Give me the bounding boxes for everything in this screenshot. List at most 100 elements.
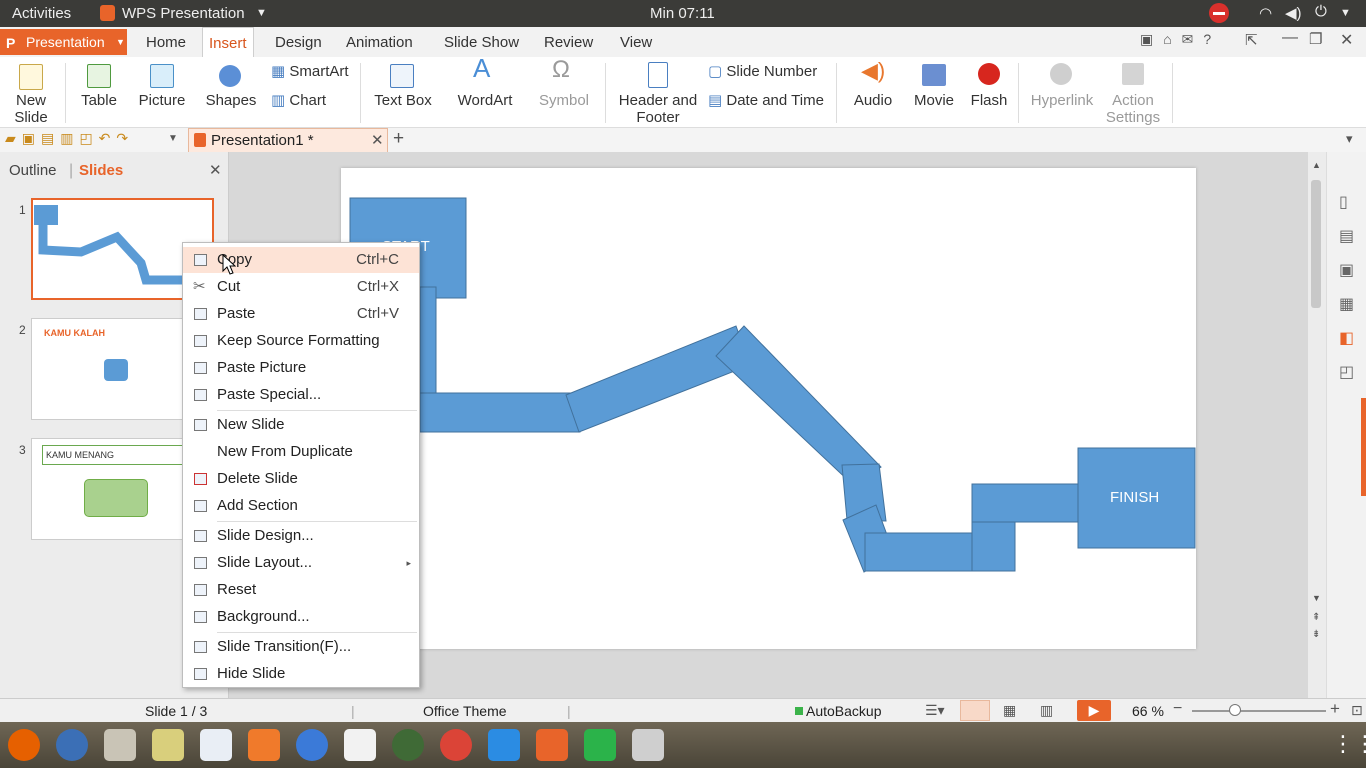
new-slide-button[interactable]: New Slide: [6, 92, 56, 126]
reading-view-icon[interactable]: ▥: [1040, 702, 1053, 719]
movie-button[interactable]: Movie: [904, 92, 964, 109]
ribbon-options-icon[interactable]: ▾: [1346, 131, 1353, 147]
backup-icon[interactable]: ◰: [1339, 362, 1354, 382]
close-icon[interactable]: ✕: [1340, 30, 1353, 50]
amazon-icon[interactable]: [344, 729, 376, 761]
document-tab[interactable]: Presentation1 * ✕: [188, 128, 388, 152]
smartart-button[interactable]: ▦ SmartArt: [271, 63, 357, 80]
activities-button[interactable]: Activities: [12, 5, 71, 22]
date-time-button[interactable]: ▤ Date and Time: [708, 92, 834, 109]
text-box-button[interactable]: Text Box: [366, 92, 440, 109]
tab-design[interactable]: Design: [269, 27, 328, 57]
picture-button[interactable]: Picture: [131, 92, 193, 109]
table-button[interactable]: Table: [73, 92, 125, 109]
firefox-icon[interactable]: [8, 729, 40, 761]
chevron-down-icon[interactable]: ▼: [1340, 7, 1351, 19]
scroll-down-icon[interactable]: ▼: [1312, 593, 1321, 603]
menu-item-paste[interactable]: Paste Ctrl+V: [183, 301, 419, 327]
menu-item-paste-picture[interactable]: Paste Picture: [183, 355, 419, 381]
wps-writer-icon[interactable]: [488, 729, 520, 761]
play-slideshow-icon[interactable]: ▶: [1077, 700, 1111, 721]
slide-number-button[interactable]: ▢ Slide Number: [708, 63, 834, 80]
thunderbird-icon[interactable]: [56, 729, 88, 761]
normal-view-icon[interactable]: [960, 700, 990, 721]
qat-dropdown-icon[interactable]: ▼: [168, 133, 178, 144]
presentation-app-menu[interactable]: P Presentation ▼: [0, 29, 127, 55]
tab-animation[interactable]: Animation: [340, 27, 419, 57]
new-tab-icon[interactable]: +: [393, 128, 404, 150]
vertical-scrollbar[interactable]: ▲ ▼ ⇞ ⇟: [1308, 152, 1326, 698]
scroll-up-icon[interactable]: ▲: [1312, 160, 1321, 170]
search-icon[interactable]: ◧: [1339, 328, 1354, 348]
menu-item-delete-slide[interactable]: Delete Slide: [183, 466, 419, 492]
quick-access-icons[interactable]: ▰▣▤▥◰↶↷: [5, 130, 134, 147]
no-entry-icon[interactable]: [1209, 3, 1229, 23]
close-panel-icon[interactable]: ✕: [209, 161, 222, 179]
zoom-level[interactable]: 66 %: [1132, 703, 1164, 719]
scroll-thumb[interactable]: [1311, 180, 1321, 308]
menu-item-cut[interactable]: ✂ Cut Ctrl+X: [183, 274, 419, 300]
next-slide-icon[interactable]: ⇟: [1312, 629, 1320, 640]
clock[interactable]: Min 07:11: [650, 5, 715, 22]
layout-icon[interactable]: ▤: [1339, 226, 1354, 246]
outline-tab[interactable]: Outline: [9, 162, 57, 179]
writer-icon[interactable]: [200, 729, 232, 761]
current-slide[interactable]: START FINISH: [341, 168, 1196, 649]
globe-icon[interactable]: [392, 729, 424, 761]
menu-item-paste-special[interactable]: Paste Special...: [183, 382, 419, 408]
zoom-slider-handle[interactable]: [1229, 704, 1241, 716]
tab-insert[interactable]: Insert: [202, 27, 254, 57]
menu-item-slide-layout[interactable]: Slide Layout... ▸: [183, 550, 419, 576]
slides-tab[interactable]: Slides: [79, 162, 123, 179]
fit-window-icon[interactable]: ⊡: [1351, 702, 1363, 719]
audio-button[interactable]: Audio: [843, 92, 903, 109]
zoom-in-icon[interactable]: +: [1330, 699, 1340, 719]
volume-icon[interactable]: ◀): [1285, 4, 1302, 22]
minimize-icon[interactable]: —: [1282, 29, 1298, 47]
wordart-button[interactable]: WordArt: [448, 92, 522, 109]
tab-home[interactable]: Home: [140, 27, 192, 57]
slide-sorter-icon[interactable]: ▦: [1003, 702, 1016, 719]
power-icon[interactable]: ⏻: [1315, 3, 1327, 20]
symbol-button[interactable]: Symbol: [532, 92, 596, 109]
settings-icon[interactable]: ▦: [1339, 294, 1354, 314]
prev-slide-icon[interactable]: ⇞: [1312, 612, 1320, 623]
help-icon[interactable]: [296, 729, 328, 761]
chevron-down-icon[interactable]: ▼: [256, 7, 267, 19]
zoom-out-icon[interactable]: −: [1173, 700, 1182, 718]
chrome-icon[interactable]: [440, 729, 472, 761]
tab-view[interactable]: View: [614, 27, 658, 57]
menu-item-hide-slide[interactable]: Hide Slide: [183, 661, 419, 687]
menu-item-new-slide[interactable]: New Slide: [183, 412, 419, 438]
finish-label[interactable]: FINISH: [1110, 489, 1159, 506]
wifi-icon[interactable]: ◠: [1259, 4, 1272, 22]
show-apps-icon[interactable]: ⋮⋮: [1332, 731, 1366, 757]
menu-item-copy[interactable]: Copy Ctrl+C: [183, 247, 419, 273]
file-manager-icon[interactable]: [104, 729, 136, 761]
restore-icon[interactable]: ❐: [1309, 30, 1322, 48]
menu-item-add-section[interactable]: Add Section: [183, 493, 419, 519]
wps-spreadsheets-icon[interactable]: [584, 729, 616, 761]
menu-item-background[interactable]: Background...: [183, 604, 419, 630]
zoom-slider[interactable]: [1192, 710, 1326, 712]
window-tool-icons[interactable]: ▣⌂✉?: [1140, 31, 1221, 48]
disk-icon[interactable]: [152, 729, 184, 761]
menu-item-slide-transition[interactable]: Slide Transition(F)...: [183, 634, 419, 660]
action-settings-button[interactable]: Action Settings: [1100, 92, 1166, 126]
close-tab-icon[interactable]: ✕: [371, 129, 384, 152]
tab-review[interactable]: Review: [538, 27, 599, 57]
shapes-button[interactable]: Shapes: [200, 92, 262, 109]
autobackup-toggle[interactable]: AutoBackup: [806, 703, 882, 719]
collapse-ribbon-icon[interactable]: ⇱: [1245, 31, 1258, 49]
side-handle[interactable]: [1361, 398, 1366, 496]
app-menu-title[interactable]: WPS Presentation: [122, 5, 245, 22]
software-center-icon[interactable]: [248, 729, 280, 761]
screenshot-icon[interactable]: [632, 729, 664, 761]
template-icon[interactable]: ▣: [1339, 260, 1354, 280]
header-footer-button[interactable]: Header and Footer: [612, 92, 704, 126]
notes-toggle-icon[interactable]: ☰▾: [925, 702, 945, 719]
hyperlink-button[interactable]: Hyperlink: [1024, 92, 1100, 109]
menu-item-reset[interactable]: Reset: [183, 577, 419, 603]
menu-item-keep-source-formatting[interactable]: Keep Source Formatting: [183, 328, 419, 354]
flash-button[interactable]: Flash: [966, 92, 1012, 109]
